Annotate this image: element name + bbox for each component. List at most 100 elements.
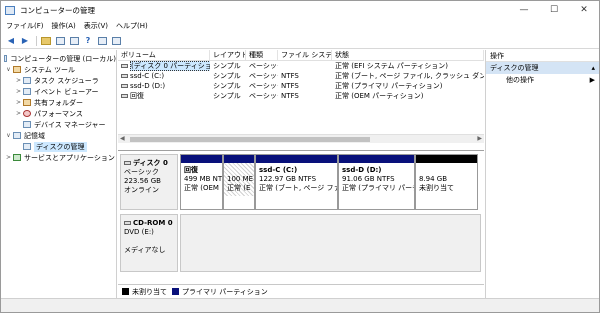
- view-details-button[interactable]: [110, 35, 122, 47]
- column-type[interactable]: 種類: [246, 50, 278, 60]
- partition-size: 91.06 GB NTFS: [342, 175, 395, 183]
- tree-task-scheduler[interactable]: > タスク スケジューラ: [1, 75, 116, 86]
- partition-status: 正常 (OEM: [184, 184, 219, 192]
- shared-folder-icon: [23, 99, 31, 106]
- disk-0-row: ディスク 0 ベーシック 223.56 GB オンライン 回復 499 MB NT…: [120, 154, 481, 210]
- scrollbar-thumb[interactable]: [130, 137, 370, 142]
- disk-0-size: 223.56 GB: [124, 177, 161, 185]
- column-status[interactable]: 状態: [332, 50, 484, 60]
- cell-status: 正常 (EFI システム パーティション): [335, 62, 449, 70]
- forward-button[interactable]: ▶: [19, 35, 31, 47]
- volume-icon: [121, 74, 128, 78]
- maximize-button[interactable]: ☐: [539, 1, 569, 19]
- scroll-left-icon[interactable]: ◀: [120, 135, 125, 142]
- partition-recovery[interactable]: 回復 499 MB NT 正常 (OEM: [180, 154, 223, 210]
- partition-size: 122.97 GB NTFS: [259, 175, 317, 183]
- disk-0-state: オンライン: [124, 186, 159, 194]
- cell-fs: NTFS: [281, 92, 299, 100]
- collapse-up-icon[interactable]: ▴: [591, 62, 595, 74]
- scroll-right-icon[interactable]: ▶: [477, 135, 482, 142]
- table-row[interactable]: ssd-D (D:) シンプル ベーシック NTFS 正常 (プライマリ パーテ…: [118, 81, 484, 91]
- view-list-button[interactable]: [96, 35, 108, 47]
- column-layout[interactable]: レイアウト: [210, 50, 246, 60]
- partition-size: 499 MB NT: [184, 175, 222, 183]
- action-pane-title: 操作: [486, 50, 599, 62]
- back-arrow-icon: ◀: [7, 36, 15, 45]
- toolbar-separator: [36, 35, 37, 46]
- expand-icon[interactable]: >: [5, 154, 12, 161]
- show-hide-tree-button[interactable]: [54, 35, 66, 47]
- table-row[interactable]: ssd-C (C:) シンプル ベーシック NTFS 正常 (ブート, ページ …: [118, 71, 484, 81]
- storage-icon: [13, 132, 21, 139]
- disk-0-type: ベーシック: [124, 168, 159, 176]
- cell-layout: シンプル: [213, 92, 241, 100]
- menu-action[interactable]: 操作(A): [52, 21, 76, 31]
- partition-name: ssd-D (D:): [342, 166, 382, 174]
- minimize-button[interactable]: —: [509, 1, 539, 19]
- forward-arrow-icon: ▶: [21, 36, 29, 45]
- tree-shared-folders[interactable]: > 共有フォルダー: [1, 97, 116, 108]
- action-other-actions[interactable]: 他の操作 ▶: [486, 74, 599, 86]
- tree-services[interactable]: > サービスとアプリケーション: [1, 152, 116, 163]
- console-tree-icon: [55, 36, 65, 45]
- properties-icon: [69, 36, 79, 45]
- disk-0-label[interactable]: ディスク 0 ベーシック 223.56 GB オンライン: [120, 154, 178, 210]
- menu-file[interactable]: ファイル(F): [6, 21, 44, 31]
- partition-bar: [339, 155, 414, 163]
- submenu-arrow-icon: ▶: [589, 76, 595, 84]
- help-icon: ?: [85, 36, 91, 45]
- expand-icon[interactable]: >: [15, 77, 22, 84]
- cdrom-0-media: メディアなし: [124, 246, 166, 254]
- expand-icon[interactable]: >: [15, 88, 22, 95]
- partition-status: 正常 (プライマリ パーティ: [342, 184, 414, 192]
- menu-help[interactable]: ヘルプ(H): [116, 21, 148, 31]
- partition-bar: [181, 155, 222, 163]
- action-section-disk-management[interactable]: ディスクの管理 ▴: [486, 62, 599, 74]
- properties-button[interactable]: [68, 35, 80, 47]
- tree-disk-management[interactable]: ディスクの管理: [1, 141, 116, 152]
- expand-icon[interactable]: >: [15, 110, 22, 117]
- tree-system-tools[interactable]: ∨ システム ツール: [1, 64, 116, 75]
- partition-ssd-c[interactable]: ssd-C (C:)122.97 GB NTFS正常 (ブート, ページ ファイ: [255, 154, 338, 210]
- toolbar: ◀ ▶ ?: [1, 33, 599, 49]
- action-pane: 操作 ディスクの管理 ▴ 他の操作 ▶: [485, 50, 599, 298]
- primary-swatch: [172, 288, 179, 295]
- cell-layout: シンプル: [213, 62, 241, 70]
- expand-icon[interactable]: >: [15, 99, 22, 106]
- cdrom-0-label[interactable]: CD-ROM 0 DVD (E:) メディアなし: [120, 214, 178, 272]
- up-folder-button[interactable]: [40, 35, 52, 47]
- event-log-icon: [23, 88, 31, 95]
- table-row[interactable]: (ディスク 0 パーティション 2) シンプル ベーシック 正常 (EFI シス…: [118, 61, 484, 71]
- tree-storage[interactable]: ∨ 記憶域: [1, 130, 116, 141]
- cell-volume: ssd-C (C:): [130, 72, 165, 80]
- tree-root[interactable]: コンピューターの管理 (ローカル): [1, 53, 116, 64]
- legend-primary: プライマリ パーティション: [182, 287, 268, 296]
- partition-efi[interactable]: 100 ME 正常 (E: [223, 154, 255, 210]
- partition-unallocated[interactable]: 8.94 GB 未割り当て: [415, 154, 478, 210]
- cell-fs: NTFS: [281, 72, 299, 80]
- partition-name: ssd-C (C:): [259, 166, 298, 174]
- disk-0-name: ディスク 0: [133, 159, 168, 167]
- tree-event-viewer[interactable]: > イベント ビューアー: [1, 86, 116, 97]
- partition-ssd-d[interactable]: ssd-D (D:)91.06 GB NTFS正常 (プライマリ パーティ: [338, 154, 415, 210]
- collapse-icon[interactable]: ∨: [5, 66, 12, 73]
- menu-view[interactable]: 表示(V): [84, 21, 108, 31]
- collapse-icon[interactable]: ∨: [5, 132, 12, 139]
- cdrom-0-area[interactable]: [180, 214, 481, 272]
- details-view-icon: [111, 36, 121, 45]
- tree-performance[interactable]: > パフォーマンス: [1, 108, 116, 119]
- help-button[interactable]: ?: [82, 35, 94, 47]
- partition-size: 100 ME: [227, 175, 254, 183]
- table-row[interactable]: 回復 シンプル ベーシック NTFS 正常 (OEM パーティション): [118, 91, 484, 101]
- column-volume[interactable]: ボリューム: [118, 50, 210, 60]
- cell-type: ベーシック: [249, 62, 278, 70]
- partition-bar: [256, 155, 337, 163]
- tree-device-manager[interactable]: デバイス マネージャー: [1, 119, 116, 130]
- cell-type: ベーシック: [249, 72, 278, 80]
- back-button[interactable]: ◀: [5, 35, 17, 47]
- close-button[interactable]: ✕: [569, 1, 599, 19]
- column-filesystem[interactable]: ファイル システム: [278, 50, 332, 60]
- horizontal-scrollbar[interactable]: ◀ ▶: [118, 134, 484, 143]
- partition-bar: [416, 155, 477, 163]
- performance-icon: [23, 110, 31, 117]
